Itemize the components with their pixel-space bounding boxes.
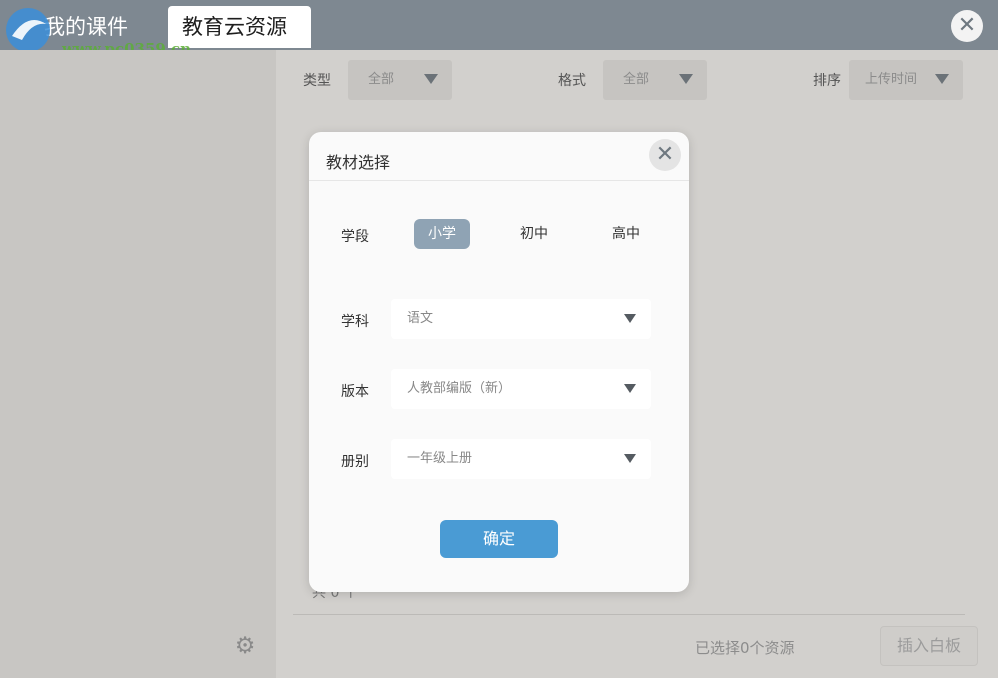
confirm-button[interactable]: 确定 xyxy=(440,520,558,558)
volume-label: 册别 xyxy=(341,454,369,470)
chevron-down-icon xyxy=(624,454,636,463)
textbook-select-dialog: 教材选择 ✕ 学段 小学 初中 高中 学科 语文 版本 人教部编版（新） 册别 … xyxy=(309,132,689,592)
watermark-logo xyxy=(6,8,50,52)
edition-label: 版本 xyxy=(341,384,369,400)
chevron-down-icon xyxy=(424,74,438,84)
filter-type-value: 全部 xyxy=(368,72,395,87)
subject-label: 学科 xyxy=(341,314,369,330)
subject-value: 语文 xyxy=(407,311,434,326)
filter-type-select[interactable]: 全部 xyxy=(348,60,452,100)
chevron-down-icon xyxy=(679,74,693,84)
close-icon[interactable]: ✕ xyxy=(951,10,983,42)
filter-type-label: 类型 xyxy=(303,73,331,89)
dialog-divider xyxy=(309,180,689,181)
chevron-down-icon xyxy=(624,384,636,393)
chevron-down-icon xyxy=(624,314,636,323)
filter-sort-value: 上传时间 xyxy=(865,72,918,87)
edition-value: 人教部编版（新） xyxy=(407,381,512,396)
volume-select[interactable]: 一年级上册 xyxy=(391,439,651,479)
filter-sort-label: 排序 xyxy=(813,73,841,89)
filter-format-label: 格式 xyxy=(558,73,586,89)
insert-whiteboard-button[interactable]: 插入白板 xyxy=(880,626,978,666)
sidebar xyxy=(0,50,276,678)
filter-format-select[interactable]: 全部 xyxy=(603,60,707,100)
volume-value: 一年级上册 xyxy=(407,451,473,466)
filter-sort-select[interactable]: 上传时间 xyxy=(849,60,963,100)
gear-icon[interactable]: ⚙ xyxy=(232,633,258,659)
selected-count: 已选择0个资源 xyxy=(695,639,795,657)
stage-option-junior[interactable]: 初中 xyxy=(506,219,562,249)
dialog-title: 教材选择 xyxy=(326,153,391,172)
edition-select[interactable]: 人教部编版（新） xyxy=(391,369,651,409)
stage-option-senior[interactable]: 高中 xyxy=(598,219,654,249)
filter-format-value: 全部 xyxy=(623,72,650,87)
subject-select[interactable]: 语文 xyxy=(391,299,651,339)
stage-option-primary[interactable]: 小学 xyxy=(414,219,470,249)
chevron-down-icon xyxy=(935,74,949,84)
stage-label: 学段 xyxy=(341,229,369,245)
divider xyxy=(293,614,965,615)
close-icon[interactable]: ✕ xyxy=(649,139,681,171)
